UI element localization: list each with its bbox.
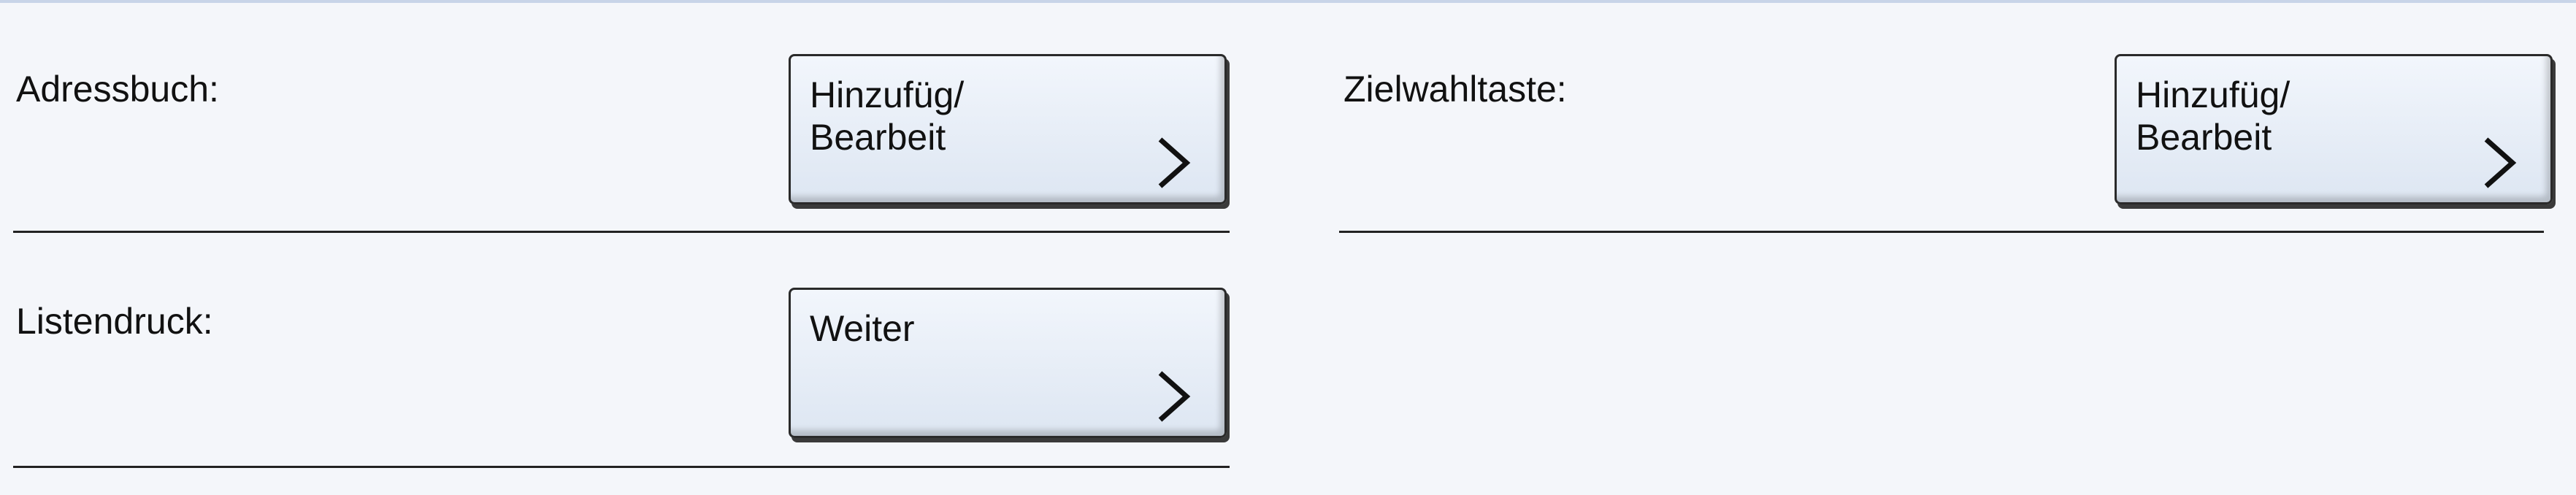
zielwahltaste-label: Zielwahltaste: [1343,69,1567,110]
divider [1339,231,2544,233]
chevron-right-icon [2484,137,2517,188]
button-label: Hinzufüg/ Bearbeit [810,74,965,158]
chevron-right-icon [1158,137,1191,188]
zielwahltaste-edit-button[interactable]: Hinzufüg/ Bearbeit [2115,54,2553,204]
button-label: Hinzufüg/ Bearbeit [2136,74,2291,158]
adressbuch-edit-button[interactable]: Hinzufüg/ Bearbeit [789,54,1227,204]
chevron-right-icon [1158,371,1191,422]
listendruck-label: Listendruck: [16,301,213,342]
top-border [0,0,2576,3]
divider [13,231,1230,233]
divider [13,466,1230,468]
listendruck-next-button[interactable]: Weiter [789,288,1227,438]
button-label: Weiter [810,308,915,349]
adressbuch-label: Adressbuch: [16,69,219,110]
